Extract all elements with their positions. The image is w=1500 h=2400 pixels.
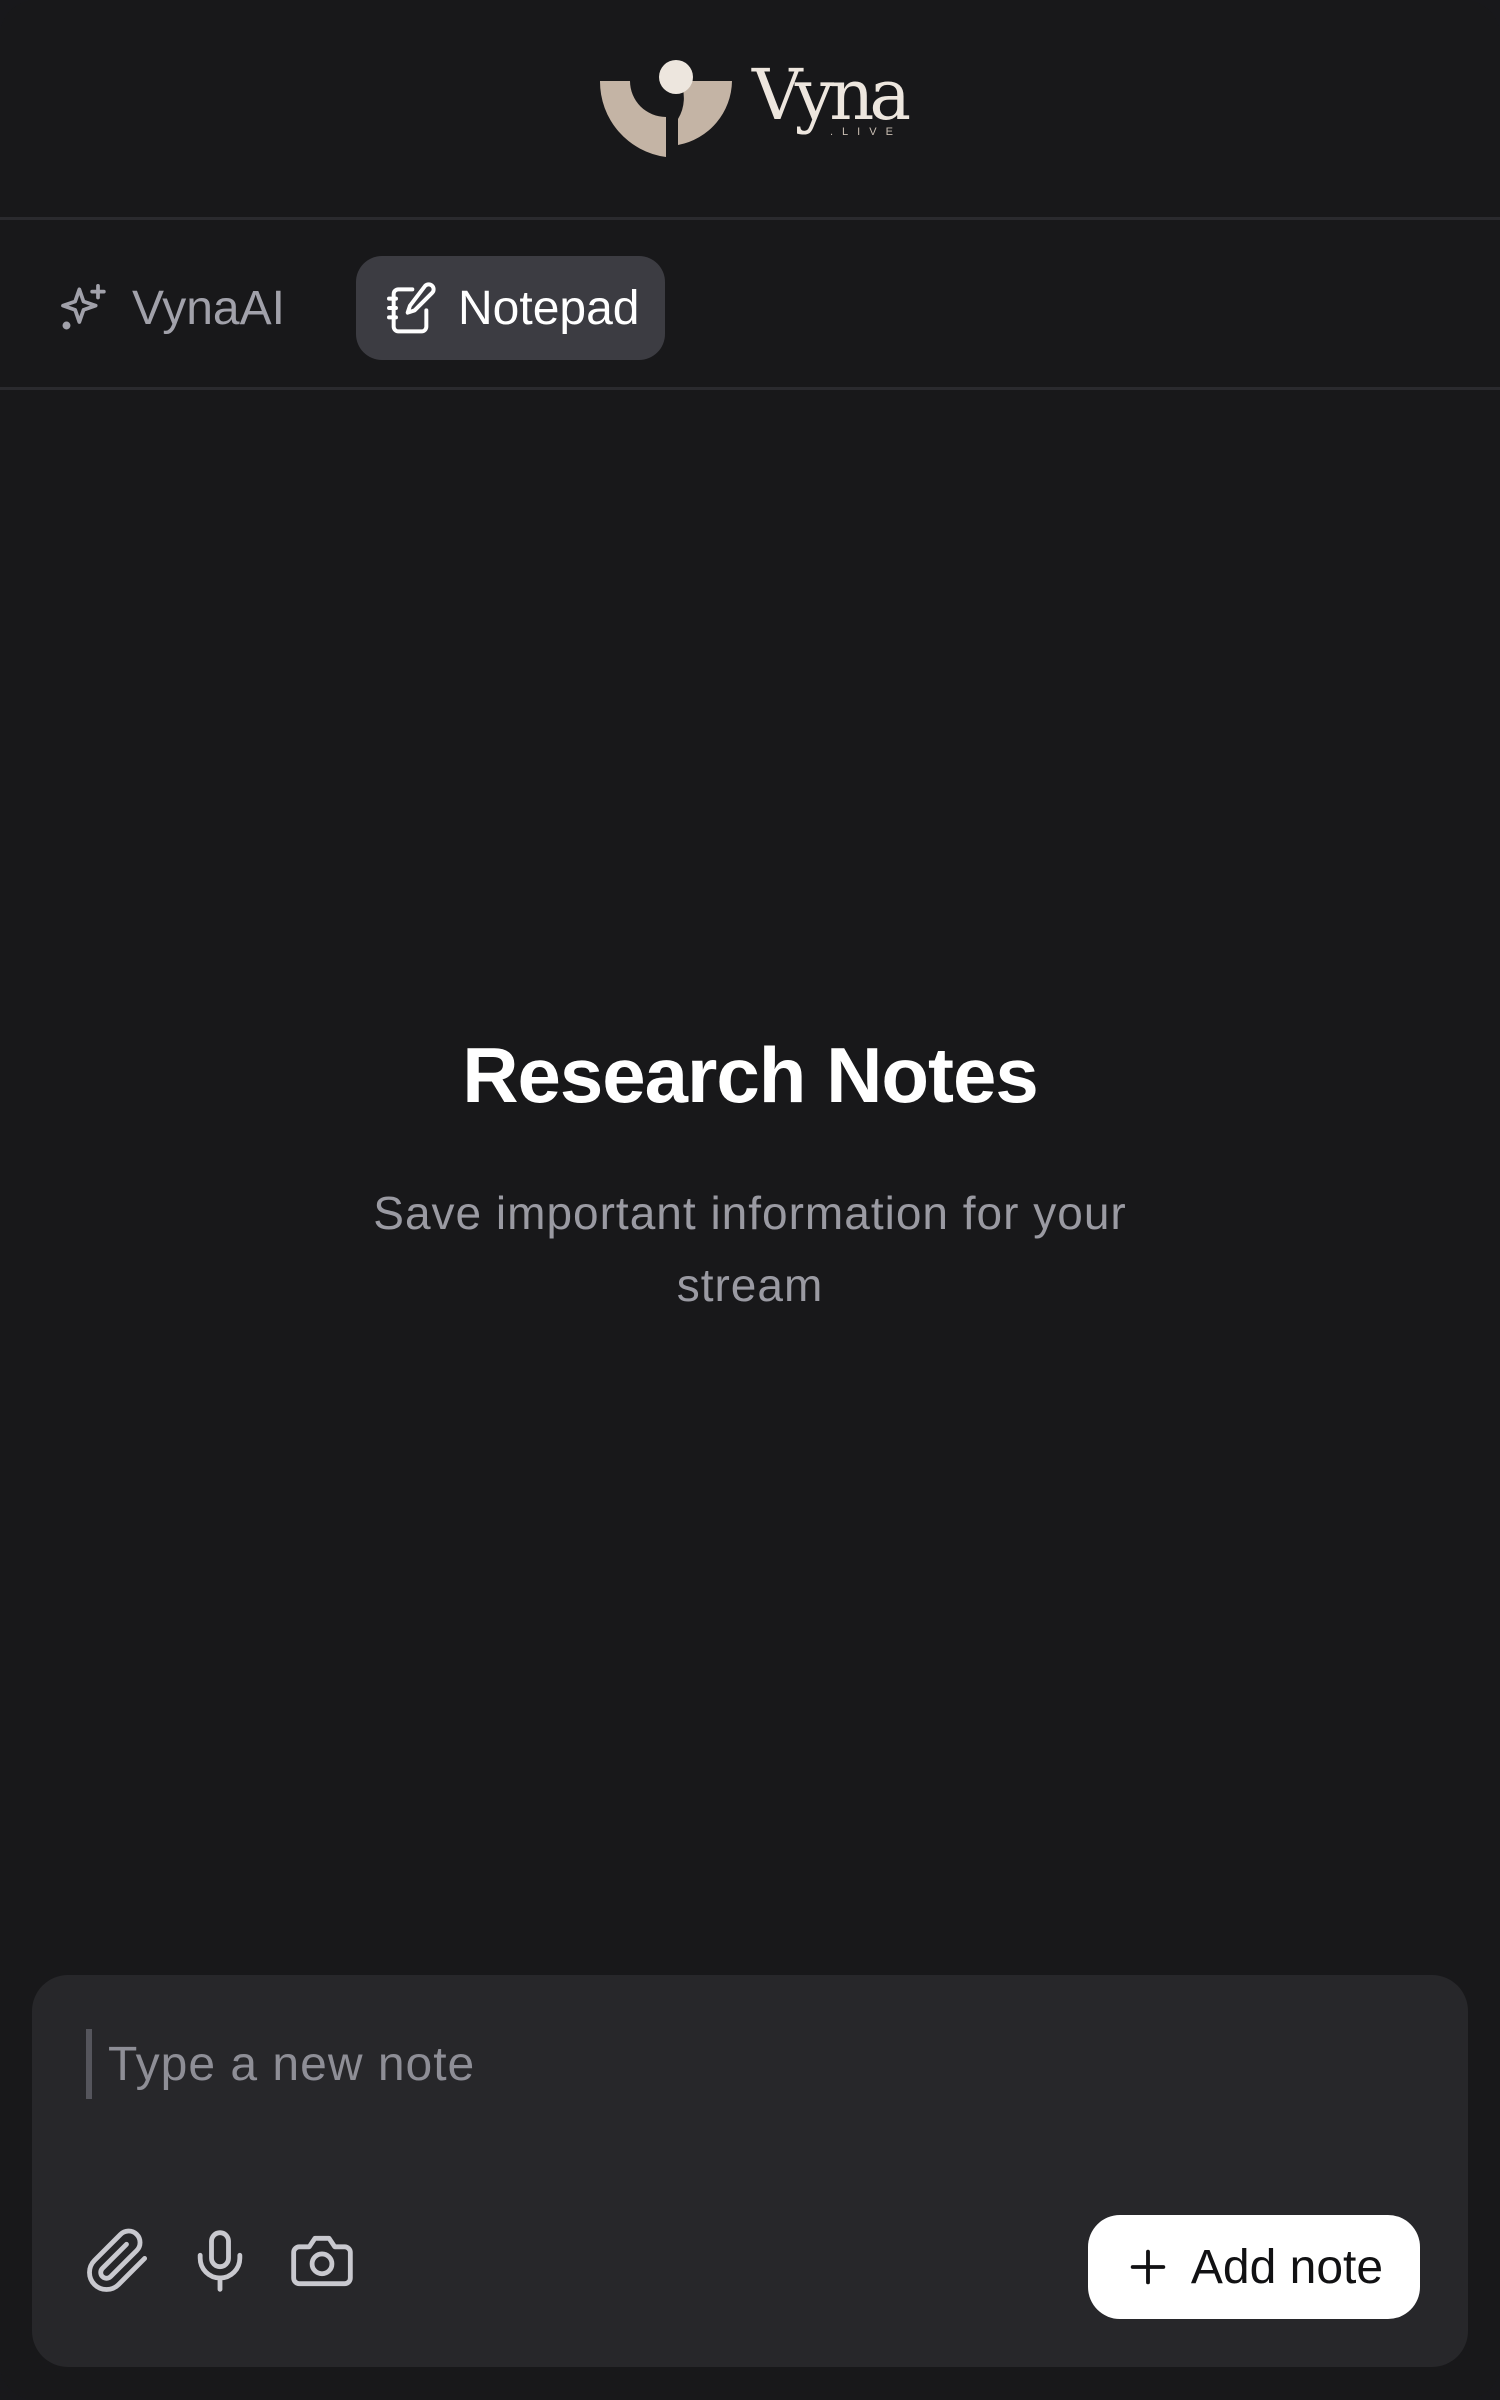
add-note-button[interactable]: Add note	[1088, 2215, 1420, 2319]
header: Vyna .LIVE	[0, 0, 1500, 220]
logo-mark-icon	[599, 59, 732, 157]
sparkles-icon	[61, 283, 106, 330]
wordmark: Vyna .LIVE	[752, 54, 911, 154]
empty-state-subtitle: Save important information for your stre…	[373, 1187, 1127, 1311]
paperclip-icon	[87, 2228, 148, 2292]
vyna-logo[interactable]: Vyna .LIVE	[598, 54, 911, 159]
notepad-icon	[387, 282, 436, 334]
tab-notepad[interactable]: Notepad	[356, 256, 666, 360]
tab-vynaai[interactable]: VynaAI	[30, 256, 311, 360]
camera-button[interactable]	[286, 2225, 358, 2297]
add-note-label: Add note	[1190, 2240, 1384, 2294]
empty-state-title: Research Notes	[462, 1031, 1039, 1119]
note-composer: Add note	[32, 1975, 1468, 2367]
tab-vynaai-label: VynaAI	[132, 281, 285, 335]
plus-icon	[1130, 2249, 1166, 2285]
camera-icon	[291, 2235, 353, 2287]
note-input[interactable]	[86, 2029, 1386, 2099]
wordmark-text: Vyna	[752, 53, 911, 136]
attach-button[interactable]	[82, 2225, 154, 2297]
empty-state: Research Notes Save important informatio…	[0, 1030, 1500, 1321]
notepad-panel: Vyna .LIVE VynaAI Notepad Research Notes…	[0, 0, 1500, 2400]
tab-bar: VynaAI Notepad	[0, 222, 1500, 390]
microphone-button[interactable]	[184, 2225, 256, 2297]
wordmark-suffix: .LIVE	[830, 125, 902, 138]
microphone-icon	[197, 2230, 243, 2292]
tab-notepad-label: Notepad	[458, 281, 640, 335]
